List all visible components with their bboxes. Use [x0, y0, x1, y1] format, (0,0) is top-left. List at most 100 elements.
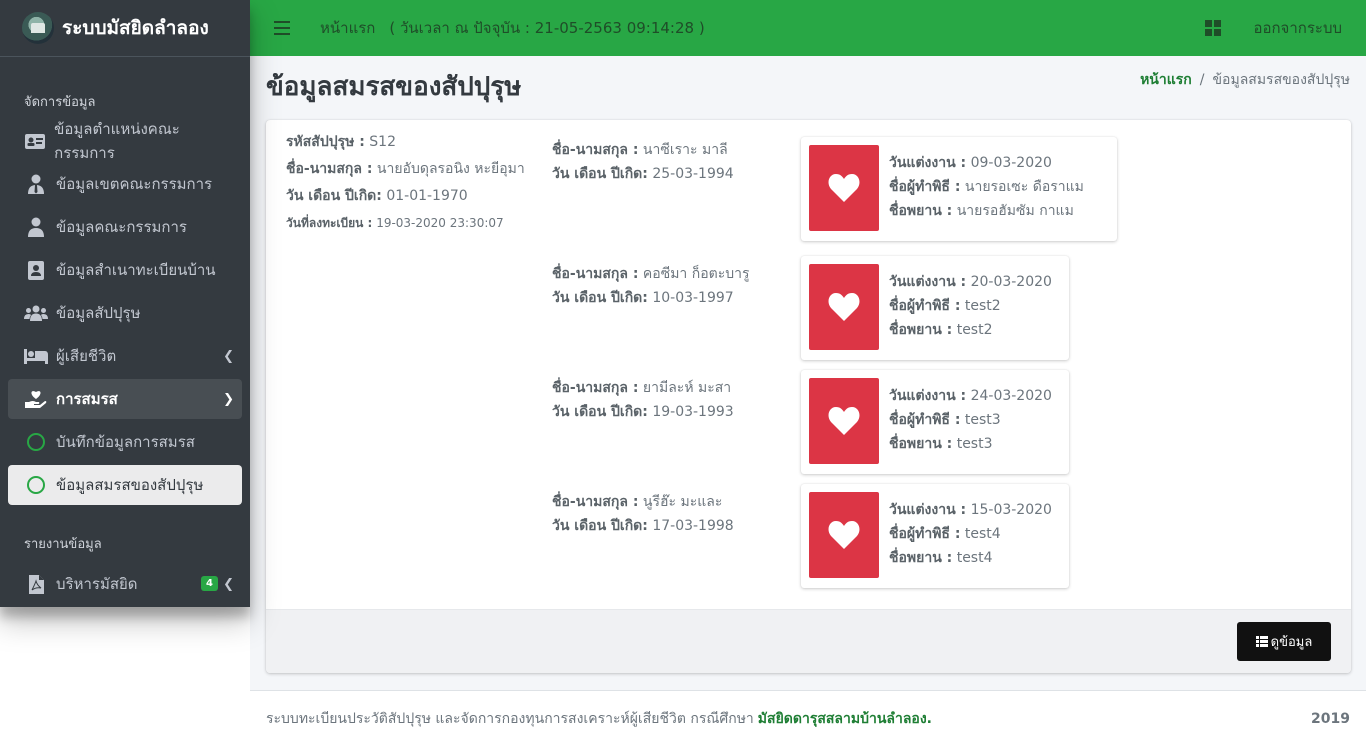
- sidebar-item-label: ข้อมูลสมรสของสัปปุรุษ: [56, 476, 204, 494]
- circle-icon: [24, 433, 48, 451]
- bed-icon: [24, 348, 48, 364]
- brand[interactable]: ระบบมัสยิดลำลอง: [0, 0, 250, 57]
- spouse-dob-label: วัน เดือน ปีเกิด:: [552, 166, 648, 182]
- heart-icon: [809, 264, 879, 350]
- sidebar-item-label: ข้อมูลสำเนาทะเบียนบ้าน: [56, 261, 216, 279]
- member-info: รหัสสัปปุรุษ : S12 ชื่อ-นามสกุล : นายอับ…: [286, 132, 536, 240]
- officiant-label: ชื่อผู้ทำพิธี :: [889, 412, 961, 428]
- member-name: นายอับดุลรอนิง หะยีอุมา: [376, 161, 525, 177]
- marriage-card: รหัสสัปปุรุษ : S12 ชื่อ-นามสกุล : นายอับ…: [266, 120, 1351, 673]
- spouse-dob: 19-03-1993: [652, 404, 734, 420]
- sidebar-item-label: ข้อมูลเขตคณะกรรมการ: [56, 175, 213, 193]
- sidebar-item-label: การสมรส: [56, 390, 118, 408]
- spouse-info: ชื่อ-นามสกุล : คอซีมา ก็อตะบารู วัน เดือ…: [552, 262, 750, 310]
- view-data-button[interactable]: ดูข้อมูล: [1237, 622, 1331, 661]
- spouse-name-label: ชื่อ-นามสกุล :: [552, 380, 639, 396]
- mosque-logo-icon: [22, 12, 54, 44]
- spouse-info: ชื่อ-นามสกุล : นาซีเราะ มาลี วัน เดือน ป…: [552, 138, 734, 186]
- breadcrumb-current: ข้อมูลสมรสของสัปปุรุษ: [1212, 72, 1350, 88]
- sidebar-item-committee-position[interactable]: ข้อมูลตำแหน่งคณะกรรมการ: [8, 120, 242, 162]
- breadcrumb-separator: /: [1199, 72, 1205, 88]
- officiant-label: ชื่อผู้ทำพิธี :: [889, 526, 961, 542]
- spouse-dob-label: วัน เดือน ปีเกิด:: [552, 290, 648, 306]
- spouse-name-label: ชื่อ-นามสกุล :: [552, 266, 639, 282]
- sidebar-item-committee[interactable]: ข้อมูลคณะกรรมการ: [8, 207, 242, 247]
- spouse-dob: 10-03-1997: [652, 290, 734, 306]
- footer-year: 2019: [1311, 710, 1350, 727]
- sidebar-item-marriage[interactable]: การสมรส ❯: [8, 379, 242, 419]
- breadcrumb: หน้าแรก / ข้อมูลสมรสของสัปปุรุษ: [1140, 69, 1350, 91]
- wedding-date: 09-03-2020: [970, 155, 1052, 171]
- logout-link[interactable]: ออกจากระบบ: [1253, 16, 1342, 40]
- user-tie-icon: [24, 174, 48, 194]
- spouse-dob-label: วัน เดือน ปีเกิด:: [552, 404, 648, 420]
- spouse-name: คอซีมา ก็อตะบารู: [642, 266, 750, 282]
- member-dob: 01-01-1970: [386, 188, 468, 204]
- spouse-name: นูรีฮ๊ะ มะและ: [642, 494, 723, 510]
- witness-label: ชื่อพยาน :: [889, 550, 953, 566]
- sidebar-item-label: ข้อมูลคณะกรรมการ: [56, 218, 187, 236]
- menu-toggle-icon[interactable]: [274, 21, 290, 35]
- marriage-info-box: วันแต่งงาน : 09-03-2020 ชื่อผู้ทำพิธี : …: [801, 137, 1117, 241]
- sidebar-item-deceased[interactable]: ผู้เสียชีวิต ❮: [8, 336, 242, 376]
- heart-icon: [809, 378, 879, 464]
- sidebar-item-record-marriage[interactable]: บันทึกข้อมูลการสมรส: [8, 422, 242, 462]
- officiant-name: test3: [964, 412, 1001, 428]
- nav-header-manage: จัดการข้อมูล: [24, 95, 96, 110]
- grid-icon[interactable]: [1205, 20, 1222, 36]
- sidebar-item-label: บันทึกข้อมูลการสมรส: [56, 433, 195, 451]
- spouse-dob-label: วัน เดือน ปีเกิด:: [552, 518, 648, 534]
- spouse-dob: 25-03-1994: [652, 166, 734, 182]
- member-id: S12: [369, 134, 396, 150]
- member-id-label: รหัสสัปปุรุษ :: [286, 134, 365, 150]
- registered-label: วันที่ลงทะเบียน :: [286, 216, 373, 230]
- marriage-info-box: วันแต่งงาน : 24-03-2020 ชื่อผู้ทำพิธี : …: [801, 370, 1069, 474]
- address-card-icon: [24, 260, 48, 280]
- spouse-info: ชื่อ-นามสกุล : ยามีละห์ มะสา วัน เดือน ป…: [552, 376, 734, 424]
- sidebar-item-label: ผู้เสียชีวิต: [56, 347, 117, 365]
- witness-label: ชื่อพยาน :: [889, 436, 953, 452]
- member-dob-label: วัน เดือน ปีเกิด:: [286, 188, 382, 204]
- page-footer: ระบบทะเบียนประวัติสัปปุรุษ และจัดการกองท…: [250, 690, 1366, 746]
- spouse-name-label: ชื่อ-นามสกุล :: [552, 142, 639, 158]
- witness-label: ชื่อพยาน :: [889, 322, 953, 338]
- hand-holding-heart-icon: [24, 389, 48, 409]
- sidebar-item-members[interactable]: ข้อมูลสัปปุรุษ: [8, 293, 242, 333]
- nav-home-link[interactable]: หน้าแรก: [320, 16, 375, 40]
- circle-icon: [24, 476, 48, 494]
- sidebar-item-member-marriage-info[interactable]: ข้อมูลสมรสของสัปปุรุษ: [8, 465, 242, 505]
- spouse-name-label: ชื่อ-นามสกุล :: [552, 494, 639, 510]
- officiant-name: นายรอเซะ ดือราแม: [964, 179, 1084, 195]
- spouse-dob: 17-03-1998: [652, 518, 734, 534]
- wedding-date: 20-03-2020: [970, 274, 1052, 290]
- member-name-label: ชื่อ-นามสกุล :: [286, 161, 373, 177]
- sidebar-item-label: บริหารมัสยิด: [56, 575, 138, 593]
- breadcrumb-home[interactable]: หน้าแรก: [1140, 69, 1192, 91]
- user-icon: [24, 217, 48, 237]
- wedding-date-label: วันแต่งงาน :: [889, 155, 967, 171]
- sidebar-item-house-registration[interactable]: ข้อมูลสำเนาทะเบียนบ้าน: [8, 250, 242, 290]
- witness-label: ชื่อพยาน :: [889, 203, 953, 219]
- marriage-info-box: วันแต่งงาน : 15-03-2020 ชื่อผู้ทำพิธี : …: [801, 484, 1069, 588]
- file-pdf-icon: [24, 574, 48, 594]
- registered-date: 19-03-2020 23:30:07: [376, 216, 504, 230]
- officiant-name: test2: [964, 298, 1001, 314]
- heart-icon: [809, 145, 879, 231]
- officiant-name: test4: [964, 526, 1001, 542]
- footer-school-link[interactable]: มัสยิดดารุสสลามบ้านลำลอง.: [758, 708, 932, 730]
- wedding-date: 15-03-2020: [970, 502, 1052, 518]
- marriage-info-box: วันแต่งงาน : 20-03-2020 ชื่อผู้ทำพิธี : …: [801, 256, 1069, 360]
- table-icon: [1255, 636, 1268, 647]
- sidebar-item-mosque-admin[interactable]: บริหารมัสยิด 4 ❮: [8, 564, 242, 604]
- page-title: ข้อมูลสมรสของสัปปุรุษ: [266, 72, 522, 102]
- nav-header-report: รายงานข้อมูล: [24, 537, 102, 552]
- chevron-left-icon: ❮: [223, 348, 234, 364]
- spouse-name: ยามีละห์ มะสา: [642, 380, 732, 396]
- chevron-left-icon: ❮: [223, 576, 234, 592]
- witness-name: test2: [956, 322, 993, 338]
- heart-icon: [809, 492, 879, 578]
- content-wrapper: ข้อมูลสมรสของสัปปุรุษ หน้าแรก / ข้อมูลสม…: [250, 56, 1366, 690]
- witness-name: test3: [956, 436, 993, 452]
- sidebar-item-committee-zone[interactable]: ข้อมูลเขตคณะกรรมการ: [8, 164, 242, 204]
- wedding-date-label: วันแต่งงาน :: [889, 388, 967, 404]
